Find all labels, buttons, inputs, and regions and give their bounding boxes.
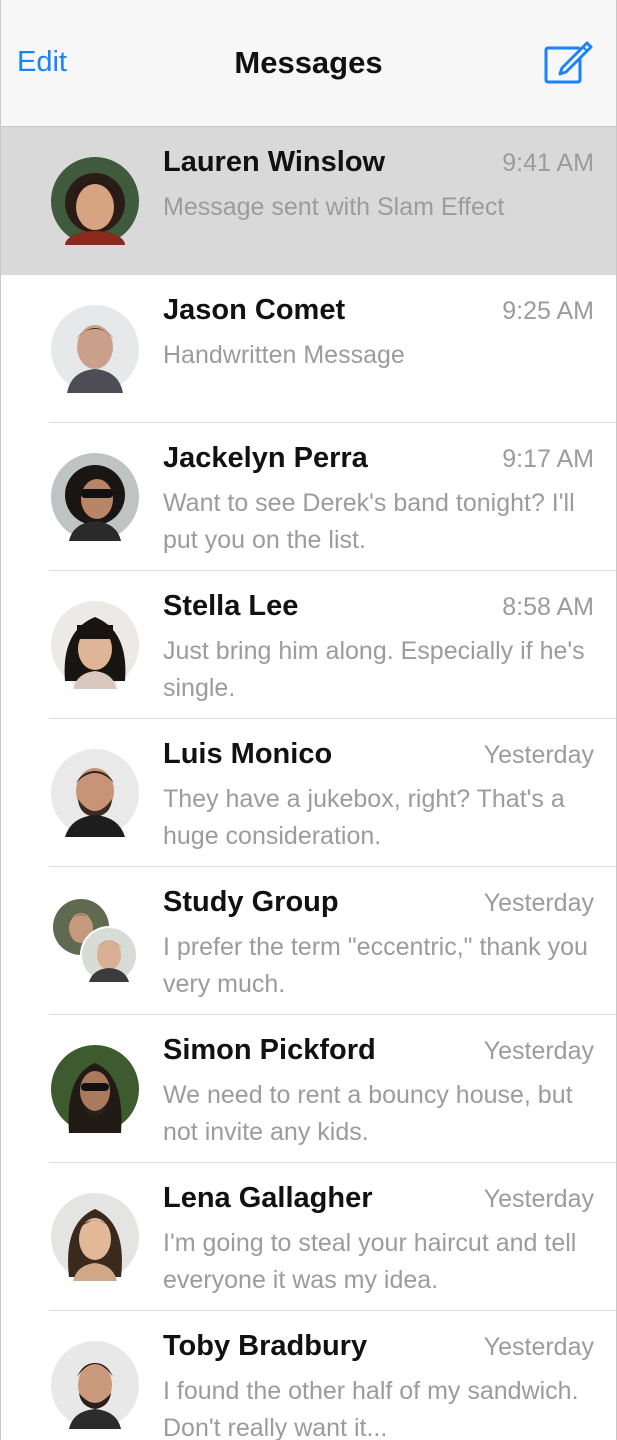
conversation-row[interactable]: Toby Bradbury Yesterday I found the othe… <box>1 1311 616 1440</box>
message-preview: Handwritten Message <box>163 341 405 369</box>
conversation-row[interactable]: Jason Comet 9:25 AM Handwritten Message <box>1 275 616 423</box>
avatar <box>51 1341 139 1429</box>
message-time: Yesterday <box>483 1185 594 1213</box>
page-title: Messages <box>234 45 383 80</box>
contact-name: Lauren Winslow <box>163 146 386 178</box>
avatar <box>51 1045 139 1133</box>
contact-name: Jackelyn Perra <box>163 442 368 474</box>
conversation-row[interactable]: Stella Lee 8:58 AM Just bring him along.… <box>1 571 616 719</box>
message-time: Yesterday <box>483 741 594 769</box>
navigation-bar: Edit Messages <box>1 0 616 127</box>
conversation-row[interactable]: Simon Pickford Yesterday We need to rent… <box>1 1015 616 1163</box>
avatar <box>51 1193 139 1281</box>
message-time: 9:25 AM <box>502 297 594 325</box>
avatar <box>51 157 139 259</box>
contact-name: Toby Bradbury <box>163 1330 368 1362</box>
message-time: 9:17 AM <box>502 445 594 473</box>
compose-icon[interactable] <box>542 36 594 88</box>
contact-name: Jason Comet <box>163 294 346 326</box>
message-preview: They have a jukebox, right? That's a hug… <box>163 785 565 850</box>
conversation-row[interactable]: Lena Gallagher Yesterday I'm going to st… <box>1 1163 616 1311</box>
message-preview: I'm going to steal your haircut and tell… <box>163 1229 577 1294</box>
message-time: 9:41 AM <box>502 149 594 177</box>
message-time: Yesterday <box>483 1333 594 1361</box>
conversation-list: Lauren Winslow 9:41 AM Message sent with… <box>1 127 616 1440</box>
conversation-row[interactable]: Jackelyn Perra 9:17 AM Want to see Derek… <box>1 423 616 571</box>
avatar <box>51 453 139 541</box>
contact-name: Stella Lee <box>163 590 299 622</box>
message-preview: Message sent with Slam Effect <box>163 193 505 221</box>
message-time: 8:58 AM <box>502 593 594 621</box>
conversation-row[interactable]: Study Group Yesterday I prefer the term … <box>1 867 616 1015</box>
group-avatar <box>51 897 139 985</box>
conversation-row[interactable]: Lauren Winslow 9:41 AM Message sent with… <box>1 127 616 275</box>
message-preview: We need to rent a bouncy house, but not … <box>163 1081 573 1146</box>
contact-name: Lena Gallagher <box>163 1182 373 1214</box>
avatar <box>51 305 139 393</box>
message-preview: Want to see Derek's band tonight? I'll p… <box>163 489 575 554</box>
message-preview: I prefer the term "eccentric," thank you… <box>163 933 588 998</box>
message-preview: Just bring him along. Especially if he's… <box>163 637 585 702</box>
avatar <box>51 601 139 689</box>
message-time: Yesterday <box>483 1037 594 1065</box>
contact-name: Simon Pickford <box>163 1034 376 1066</box>
avatar <box>51 749 139 837</box>
messages-app: Edit Messages Lauren Winslow 9:41 AM Mes… <box>0 0 617 1440</box>
contact-name: Luis Monico <box>163 738 333 770</box>
message-time: Yesterday <box>483 889 594 917</box>
message-preview: I found the other half of my sandwich. D… <box>163 1377 579 1440</box>
contact-name: Study Group <box>163 886 339 918</box>
conversation-row[interactable]: Luis Monico Yesterday They have a jukebo… <box>1 719 616 867</box>
